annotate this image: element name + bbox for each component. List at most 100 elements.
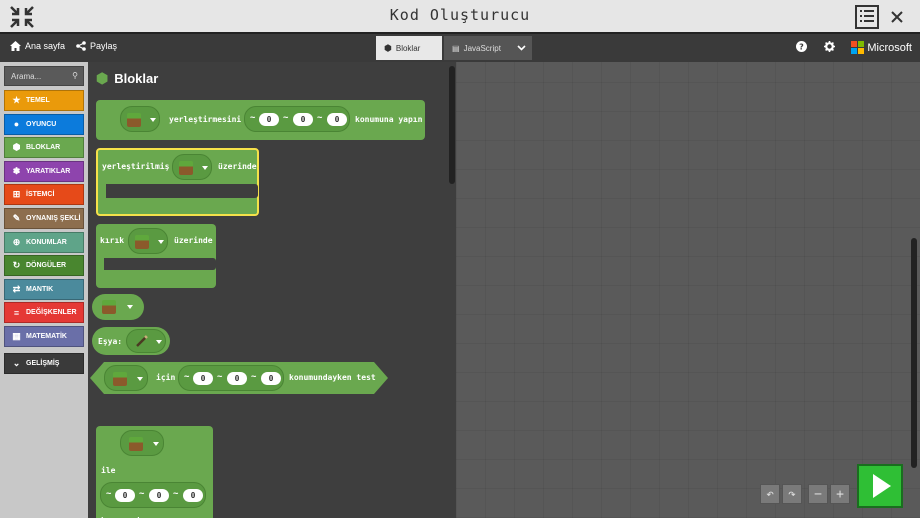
on-block-placed-event[interactable]: yerleştirilmiş üzerinde [96, 148, 259, 216]
paw-icon: ✽ [12, 165, 21, 176]
on-placed-suffix: üzerinde [218, 162, 257, 171]
tab-blocks[interactable]: ⬢ Bloklar [376, 36, 442, 60]
gear-icon [824, 41, 835, 52]
search-placeholder: Arama... [11, 72, 42, 81]
z-value[interactable]: 0 [327, 113, 347, 126]
position-field[interactable]: ~ 0 ~ 0 ~ 0 [100, 482, 206, 508]
item-label: Eşya: [98, 337, 123, 346]
cube-icon: ⬢ [384, 42, 392, 53]
code-icon: ▤ [452, 43, 460, 53]
place-block-label: yerleştirmesini [169, 115, 242, 124]
run-button[interactable] [857, 464, 903, 508]
tilde-label: ~ [106, 489, 112, 499]
dropdown-caret-icon [153, 442, 159, 446]
help-button[interactable]: ? [796, 41, 807, 52]
category-geli̇şmi̇ş[interactable]: ⌄ GELİŞMİŞ [4, 352, 84, 374]
fill-with-label: ile [101, 466, 116, 475]
stick-icon [136, 335, 148, 347]
calculator-icon: ▦ [12, 331, 21, 341]
svg-text:?: ? [799, 43, 804, 52]
category-label: TEMEL [26, 97, 50, 104]
share-icon [76, 41, 86, 51]
tilde-label: ~ [283, 113, 289, 123]
category-mantik[interactable]: ⇄ MANTIK [4, 278, 84, 300]
place-block[interactable]: yerleştirmesini ~ 0 ~ 0 ~ 0 konumuna yap… [96, 100, 425, 140]
category-deği̇şkenler[interactable]: ≡ DEĞİŞKENLER [4, 302, 84, 324]
on-block-broken-event[interactable]: kırık üzerinde [96, 224, 216, 288]
block-reporter[interactable] [92, 294, 144, 320]
category-oynaniş-şekli̇[interactable]: ✎ OYNANIŞ ŞEKLİ [4, 208, 84, 229]
statement-slot [106, 184, 258, 198]
language-dropdown[interactable] [510, 36, 532, 60]
z-value[interactable]: 0 [183, 489, 203, 502]
tab-javascript-label: JavaScript [463, 43, 501, 53]
microsoft-logo[interactable]: Microsoft [851, 41, 912, 54]
category-label: YARATIKLAR [26, 167, 71, 175]
tilde-label: ~ [251, 372, 257, 382]
redo-button[interactable]: ↷ [782, 484, 802, 504]
y-value[interactable]: 0 [227, 372, 247, 385]
loop-icon: ↻ [12, 260, 21, 271]
y-value[interactable]: 0 [293, 113, 313, 126]
menu-icon[interactable] [855, 5, 879, 29]
workspace-scrollbar[interactable] [911, 238, 917, 468]
workspace-canvas[interactable] [456, 62, 920, 518]
category-label: OYNANIŞ ŞEKLİ [26, 215, 81, 222]
x-value[interactable]: 0 [193, 372, 213, 385]
shuffle-icon: ⇄ [12, 283, 21, 294]
test-for-block[interactable]: için ~ 0 ~ 0 ~ 0 konumundayken test [104, 363, 376, 393]
category-label: GELİŞMİŞ [26, 359, 60, 367]
zoom-out-button[interactable]: − [808, 484, 828, 504]
z-value[interactable]: 0 [261, 372, 281, 385]
settings-button[interactable] [824, 41, 835, 52]
block-type-dropdown[interactable] [128, 228, 168, 254]
x-value[interactable]: 0 [115, 489, 135, 502]
test-for-suffix: konumundayken test [289, 373, 376, 382]
category-matemati̇k[interactable]: ▦ MATEMATİK [4, 326, 84, 347]
search-input[interactable]: Arama... ⚲ [4, 66, 84, 86]
close-icon[interactable] [887, 5, 913, 29]
share-link[interactable]: Paylaş [76, 41, 117, 51]
share-label: Paylaş [90, 41, 118, 51]
category-label: OYUNCU [26, 120, 57, 128]
block-type-dropdown[interactable] [172, 154, 212, 180]
tilde-label: ~ [184, 372, 190, 382]
test-for-label: için [156, 373, 176, 382]
flyout-scrollbar[interactable] [449, 66, 455, 184]
zoom-in-button[interactable]: + [830, 484, 850, 504]
dropdown-caret-icon [202, 166, 208, 170]
block-type-dropdown[interactable] [104, 365, 148, 391]
position-field[interactable]: ~ 0 ~ 0 ~ 0 [244, 106, 350, 132]
undo-button[interactable]: ↶ [760, 484, 780, 504]
y-value[interactable]: 0 [149, 489, 169, 502]
minus-icon: − [814, 486, 822, 502]
grass-block-icon [179, 161, 193, 175]
block-flyout: ⬢ Bloklar yerleştirmesini ~ 0 ~ 0 ~ 0 ko… [88, 62, 456, 518]
on-broken-suffix: üzerinde [174, 236, 213, 245]
category-bloklar[interactable]: ⬢ BLOKLAR [4, 137, 84, 159]
dropdown-caret-icon [150, 118, 156, 122]
category-temel[interactable]: ★ TEMEL [4, 90, 84, 111]
block-type-dropdown[interactable] [120, 106, 160, 132]
fill-with-block[interactable]: ile ~ 0 ~ 0 ~ 0 konumundan [96, 426, 213, 518]
dropdown-caret-icon [137, 377, 143, 381]
on-broken-label: kırık [100, 236, 125, 245]
category-yaratiklar[interactable]: ✽ YARATIKLAR [4, 160, 84, 182]
star-icon: ★ [12, 95, 21, 105]
category-konumlar[interactable]: ⊕ KONUMLAR [4, 231, 84, 253]
home-link[interactable]: Ana sayfa [10, 41, 65, 51]
grass-block-icon [129, 437, 143, 451]
tilde-label: ~ [317, 113, 323, 123]
category-label: İSTEMCİ [26, 191, 55, 199]
category-oyuncu[interactable]: ● OYUNCU [4, 113, 84, 135]
item-dropdown[interactable] [126, 329, 166, 353]
category-i̇stemci̇[interactable]: ⊞ İSTEMCİ [4, 184, 84, 206]
x-value[interactable]: 0 [259, 113, 279, 126]
flyout-title: ⬢ Bloklar [96, 70, 158, 87]
block-type-dropdown[interactable] [120, 430, 164, 456]
category-döngüler[interactable]: ↻ DÖNGÜLER [4, 255, 84, 277]
position-field[interactable]: ~ 0 ~ 0 ~ 0 [178, 365, 284, 391]
item-reporter[interactable]: Eşya: [92, 327, 170, 355]
person-icon: ● [13, 119, 20, 130]
tab-javascript[interactable]: ▤ JavaScript [444, 36, 510, 60]
